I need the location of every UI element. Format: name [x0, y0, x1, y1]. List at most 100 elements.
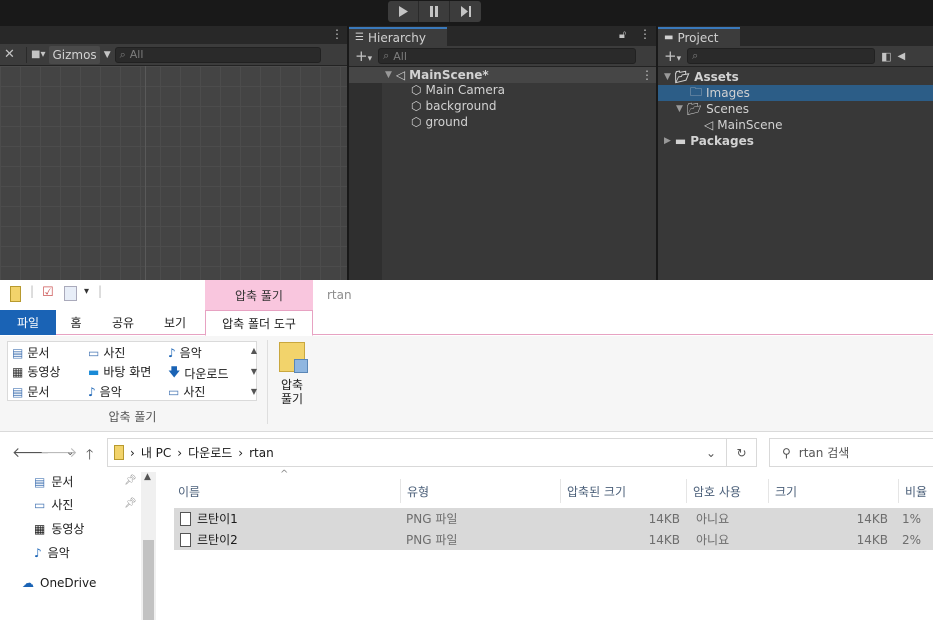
chevron-right-icon: › — [238, 445, 244, 460]
refresh-button[interactable]: ↻ — [726, 438, 757, 467]
nav-item-pictures[interactable]: ▭ 사진 — [34, 496, 73, 513]
nav-item-music[interactable]: ♪ 음악 — [34, 544, 70, 561]
filter-by-type-icon[interactable]: ◧ — [881, 50, 891, 63]
recent-locations-button[interactable]: ⌄ — [66, 447, 74, 458]
project-search-field[interactable]: ⌕ — [687, 48, 876, 64]
expand-arrow-icon[interactable]: ▼ — [664, 72, 671, 82]
create-dropdown-button[interactable]: +▾ — [355, 47, 372, 65]
up-button[interactable]: 🡑 — [86, 444, 93, 468]
music-icon: ♪ — [88, 384, 96, 399]
expand-arrow-icon[interactable]: ▼ — [385, 70, 392, 80]
nav-item-videos[interactable]: ▦ 동영상 — [34, 520, 84, 537]
project-panel: ▬ Project +▾ ⌕ ◧ ◀ ▼ 📂︎ Assets 🗀︎ Images… — [658, 26, 933, 280]
gallery-item[interactable]: ▤ 문서 — [12, 383, 49, 400]
step-button[interactable] — [450, 1, 481, 22]
lock-icon[interactable]: 🔓︎ — [619, 28, 626, 42]
nav-item-onedrive[interactable]: ☁ OneDrive — [22, 576, 96, 590]
tab-hierarchy[interactable]: ☰ Hierarchy — [349, 27, 447, 46]
project-asset-mainscene[interactable]: ◁ MainScene — [704, 117, 782, 133]
pin-icon[interactable]: 📌︎ — [124, 498, 137, 509]
hierarchy-toolbar: +▾ ⌕ All — [349, 46, 656, 67]
file-row[interactable]: 르탄이1 PNG 파일 14KB 아니요 14KB 1% — [174, 508, 933, 529]
gallery-item[interactable]: ▬ 바탕 화면 — [88, 363, 151, 380]
gallery-scrollbar[interactable]: ▲ ▼ ▼ — [250, 342, 258, 400]
scene-row[interactable]: ▼ ◁ MainScene* ⋮ — [349, 67, 656, 83]
expand-gallery-icon[interactable]: ▼ — [251, 387, 257, 396]
scene-menu-icon[interactable]: ⋮ — [641, 68, 653, 82]
scene-toolbar: ✕ ■▾ Gizmos ▼ ⌕ All — [0, 44, 347, 66]
properties-icon[interactable]: ☑ — [42, 285, 54, 300]
address-dropdown-icon[interactable]: ⌄ — [706, 446, 716, 460]
file-name: 르탄이2 — [197, 533, 238, 547]
gizmos-toggle[interactable]: Gizmos — [49, 45, 100, 64]
collapse-arrow-icon[interactable]: ▶ — [664, 136, 671, 146]
tab-home-label: 홈 — [70, 316, 82, 330]
pin-icon[interactable]: 📌︎ — [124, 475, 137, 486]
panel-menu-icon[interactable]: ⋮ — [639, 27, 651, 41]
scene-search-field[interactable]: ⌕ All — [114, 46, 321, 63]
breadcrumb-item[interactable]: 다운로드 — [188, 444, 232, 461]
hierarchy-panel: ☰ Hierarchy 🔓︎ ⋮ +▾ ⌕ All ▼ ◁ MainScene*… — [349, 26, 656, 280]
gallery-item[interactable]: 🡇 다운로드 — [168, 363, 229, 384]
quick-access-toolbar: | ☑ ▾ | 압축 풀기 rtan — [0, 280, 933, 310]
column-header-type[interactable]: 유형 — [400, 479, 560, 503]
tab-home[interactable]: 홈 — [58, 310, 94, 335]
column-header-ratio[interactable]: 비율 — [898, 479, 933, 503]
gallery-item[interactable]: ▭ 사진 — [168, 383, 205, 400]
hierarchy-item[interactable]: ⬡ background — [411, 98, 496, 114]
project-folder-images[interactable]: 🗀︎ Images — [658, 85, 933, 101]
expand-arrow-icon[interactable]: ▼ — [676, 104, 683, 114]
pause-button[interactable] — [419, 1, 450, 22]
file-size: 14KB — [856, 511, 888, 526]
hierarchy-item[interactable]: ⬡ Main Camera — [411, 82, 505, 98]
tools-icon[interactable]: ✕ — [4, 47, 22, 62]
nav-item-documents[interactable]: ▤ 문서 — [34, 473, 73, 490]
hierarchy-item[interactable]: ⬡ ground — [411, 114, 468, 130]
scroll-up-icon[interactable]: ▲ — [144, 472, 151, 482]
scroll-down-icon[interactable]: ▼ — [251, 367, 257, 376]
column-header-packed-size[interactable]: 압축된 크기 — [560, 479, 686, 503]
toolbar-divider — [26, 46, 27, 63]
gallery-item[interactable]: ▤ 문서 — [12, 344, 49, 361]
extract-all-button[interactable]: 압축 풀기 — [275, 342, 309, 406]
tab-file[interactable]: 파일 — [0, 310, 56, 335]
new-folder-icon[interactable] — [64, 286, 77, 301]
gallery-item[interactable]: ♪ 음악 — [88, 383, 122, 400]
scene-viewport[interactable] — [0, 66, 347, 280]
project-folder-packages[interactable]: ▶ ▬ Packages — [664, 133, 754, 149]
breadcrumb-item[interactable]: rtan — [249, 446, 274, 460]
filter-by-label-icon[interactable]: ◀ — [898, 51, 906, 62]
play-button[interactable] — [388, 1, 419, 22]
scrollbar-thumb[interactable] — [143, 540, 154, 620]
customize-toolbar-icon[interactable]: ▾ — [84, 286, 89, 297]
panel-menu-icon[interactable]: ⋮ — [331, 27, 343, 41]
camera-icon[interactable]: ■▾ — [31, 49, 45, 60]
tab-view[interactable]: 보기 — [152, 310, 198, 335]
nav-scrollbar[interactable]: ▲ — [141, 472, 156, 620]
column-header-size[interactable]: 크기 — [768, 479, 898, 503]
breadcrumb-item[interactable]: 내 PC — [141, 444, 171, 461]
address-bar[interactable]: › 내 PC › 다운로드 › rtan ⌄ — [107, 438, 727, 467]
gallery-item[interactable]: ♪ 음악 — [168, 344, 202, 361]
column-header-password[interactable]: 암호 사용 — [686, 479, 768, 503]
column-header-label: 암호 사용 — [693, 484, 741, 499]
create-dropdown-button[interactable]: +▾ — [664, 47, 681, 65]
extract-all-icon — [279, 342, 308, 373]
hierarchy-search-field[interactable]: ⌕ All — [378, 48, 637, 64]
file-row[interactable]: 르탄이2 PNG 파일 14KB 아니요 14KB 2% — [174, 529, 933, 550]
zip-folder-icon — [10, 286, 21, 302]
scroll-up-icon[interactable]: ▲ — [251, 346, 257, 355]
gallery-item[interactable]: ▭ 사진 — [88, 344, 125, 361]
gallery-item[interactable]: ▦ 동영상 — [12, 363, 60, 380]
search-icon: ⌕ — [119, 47, 126, 61]
project-folder-scenes[interactable]: ▼ 📂︎ Scenes — [676, 101, 749, 117]
scene-panel: ⋮ ✕ ■▾ Gizmos ▼ ⌕ All — [0, 26, 347, 280]
tab-share[interactable]: 공유 — [100, 310, 146, 335]
column-header-name[interactable]: 이름 — [172, 479, 400, 503]
tab-compressed-folder-tools[interactable]: 압축 폴더 도구 — [205, 310, 313, 336]
hierarchy-item-label: Main Camera — [425, 83, 506, 97]
tab-project[interactable]: ▬ Project — [658, 27, 740, 46]
unity-scene-icon: ◁ — [704, 118, 714, 132]
gizmos-dropdown[interactable]: ▼ — [104, 50, 111, 60]
search-box[interactable]: ⚲ rtan 검색 — [769, 438, 933, 467]
